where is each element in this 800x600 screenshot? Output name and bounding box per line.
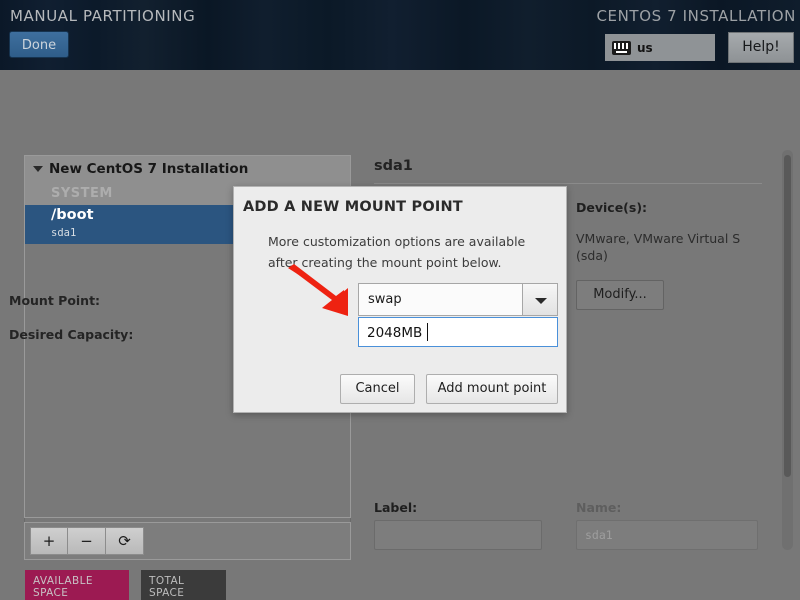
- total-space-badge: TOTAL SPACE 20 GiB: [141, 570, 226, 600]
- dialog-mount-point-combobox[interactable]: swap: [358, 283, 558, 316]
- done-button[interactable]: Done: [9, 31, 69, 58]
- page-title: MANUAL PARTITIONING: [10, 7, 196, 25]
- partition-list-toolbar: + − ⟳: [24, 522, 351, 560]
- dialog-desired-capacity-input[interactable]: 2048MB: [358, 317, 558, 347]
- dialog-cancel-button[interactable]: Cancel: [340, 374, 415, 404]
- detail-devices-value: VMware, VMware Virtual S (sda): [576, 231, 741, 263]
- product-title: CENTOS 7 INSTALLATION: [596, 7, 796, 25]
- dialog-subtitle-line2: after creating the mount point below.: [268, 255, 502, 270]
- detail-title: sda1: [374, 158, 413, 174]
- keyboard-layout-label: us: [637, 40, 653, 55]
- dialog-subtitle-line1: More customization options are available: [268, 234, 526, 249]
- keyboard-layout-indicator[interactable]: us: [605, 34, 715, 61]
- detail-label-input[interactable]: [374, 520, 542, 550]
- installer-screen: MANUAL PARTITIONING CENTOS 7 INSTALLATIO…: [0, 0, 800, 600]
- dialog-mount-point-value: swap: [368, 292, 402, 307]
- modify-devices-button[interactable]: Modify...: [576, 280, 664, 310]
- detail-label-label: Label:: [374, 500, 418, 515]
- dialog-desired-capacity-label: Desired Capacity:: [9, 327, 134, 342]
- remove-partition-button[interactable]: −: [68, 527, 106, 555]
- total-space-label: TOTAL SPACE: [149, 575, 185, 599]
- top-header-bar: MANUAL PARTITIONING CENTOS 7 INSTALLATIO…: [0, 0, 800, 70]
- partition-device-label: sda1: [51, 227, 77, 239]
- available-space-badge: AVAILABLE SPACE 19.72 GiB: [25, 570, 129, 600]
- dialog-mount-point-label: Mount Point:: [9, 293, 101, 308]
- add-partition-button[interactable]: +: [30, 527, 68, 555]
- installation-group-header[interactable]: New CentOS 7 Installation: [25, 156, 350, 182]
- help-button[interactable]: Help!: [728, 32, 794, 63]
- right-panel-scrollbar-thumb[interactable]: [784, 155, 791, 477]
- chevron-down-icon: [535, 298, 547, 304]
- partition-mount-label: /boot: [51, 207, 94, 223]
- keyboard-icon: [612, 40, 631, 55]
- dialog-title: ADD A NEW MOUNT POINT: [243, 199, 463, 215]
- dialog-desired-capacity-value: 2048MB: [367, 325, 423, 341]
- dialog-mount-point-dropdown-button[interactable]: [522, 283, 558, 316]
- dialog-add-mount-point-button[interactable]: Add mount point: [426, 374, 558, 404]
- detail-name-input: sda1: [576, 520, 758, 550]
- detail-name-label: Name:: [576, 500, 622, 515]
- text-caret: [427, 323, 428, 341]
- installation-group-label: New CentOS 7 Installation: [49, 161, 249, 177]
- dialog-subtitle: More customization options are available…: [268, 231, 558, 273]
- refresh-partitions-button[interactable]: ⟳: [106, 527, 144, 555]
- available-space-label: AVAILABLE SPACE: [33, 575, 93, 599]
- triangle-down-icon: [33, 166, 43, 172]
- detail-devices-label: Device(s):: [576, 200, 648, 215]
- detail-divider: [374, 183, 762, 184]
